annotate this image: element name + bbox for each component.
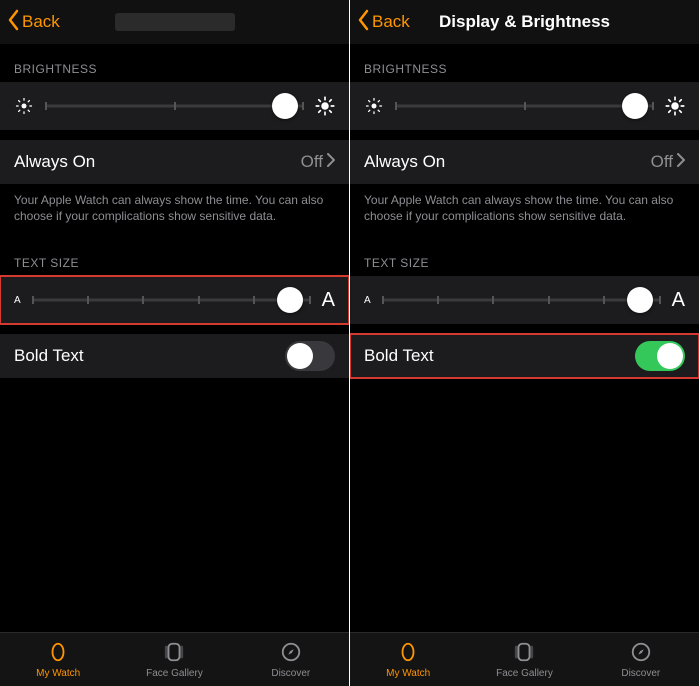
sun-high-icon [315, 96, 335, 116]
page-title [115, 13, 235, 31]
page-title: Display & Brightness [439, 12, 610, 32]
section-header-brightness: BRIGHTNESS [0, 44, 349, 82]
tab-my-watch[interactable]: My Watch [0, 633, 116, 686]
always-on-label: Always On [364, 152, 445, 172]
text-size-slider[interactable] [383, 286, 660, 314]
tab-face-gallery[interactable]: Face Gallery [116, 633, 232, 686]
text-size-small-icon: A [364, 295, 371, 306]
sun-high-icon [665, 96, 685, 116]
section-header-text-size: TEXT SIZE [350, 238, 699, 276]
watch-icon [396, 641, 420, 666]
screenshot-left: Back BRIGHTNESS [0, 0, 350, 686]
compass-icon [279, 641, 303, 666]
tab-label: Face Gallery [496, 668, 553, 679]
always-on-description: Your Apple Watch can always show the tim… [350, 184, 699, 238]
tab-face-gallery[interactable]: Face Gallery [466, 633, 582, 686]
tab-discover[interactable]: Discover [583, 633, 699, 686]
bold-text-row: Bold Text [0, 334, 349, 378]
compass-icon [629, 641, 653, 666]
bold-text-label: Bold Text [14, 346, 84, 366]
text-size-large-icon: A [322, 289, 335, 312]
text-size-large-icon: A [672, 289, 685, 312]
text-size-slider-row: A A [0, 276, 349, 324]
brightness-slider-row [350, 82, 699, 130]
text-size-slider-row: A A [350, 276, 699, 324]
tab-label: Discover [271, 668, 310, 679]
tab-label: Discover [621, 668, 660, 679]
nav-bar: Back Display & Brightness [350, 0, 699, 44]
tab-discover[interactable]: Discover [233, 633, 349, 686]
chevron-left-icon [356, 9, 370, 36]
screenshot-right: Back Display & Brightness BRIGHTNESS [350, 0, 700, 686]
section-header-text-size: TEXT SIZE [0, 238, 349, 276]
watch-icon [46, 641, 70, 666]
tab-label: Face Gallery [146, 668, 203, 679]
back-label: Back [372, 12, 410, 32]
tab-bar: My Watch Face Gallery Discover [350, 632, 699, 686]
gallery-icon [512, 641, 536, 666]
brightness-slider[interactable] [396, 92, 653, 120]
tab-label: My Watch [386, 668, 430, 679]
chevron-right-icon [677, 152, 685, 172]
tab-label: My Watch [36, 668, 80, 679]
section-header-brightness: BRIGHTNESS [350, 44, 699, 82]
always-on-row[interactable]: Always On Off [0, 140, 349, 184]
tab-my-watch[interactable]: My Watch [350, 633, 466, 686]
sun-low-icon [364, 96, 384, 116]
brightness-slider-row [0, 82, 349, 130]
tab-bar: My Watch Face Gallery Discover [0, 632, 349, 686]
bold-text-toggle[interactable] [635, 341, 685, 371]
bold-text-toggle[interactable] [285, 341, 335, 371]
settings-list: BRIGHTNESS [350, 44, 699, 686]
settings-list: BRIGHTNESS [0, 44, 349, 686]
chevron-left-icon [6, 9, 20, 36]
text-size-small-icon: A [14, 295, 21, 306]
back-button[interactable]: Back [6, 0, 60, 44]
text-size-slider[interactable] [33, 286, 310, 314]
always-on-row[interactable]: Always On Off [350, 140, 699, 184]
gallery-icon [162, 641, 186, 666]
bold-text-label: Bold Text [364, 346, 434, 366]
always-on-value: Off [651, 152, 685, 172]
back-label: Back [22, 12, 60, 32]
bold-text-row: Bold Text [350, 334, 699, 378]
always-on-description: Your Apple Watch can always show the tim… [0, 184, 349, 238]
sun-low-icon [14, 96, 34, 116]
brightness-slider[interactable] [46, 92, 303, 120]
nav-bar: Back [0, 0, 349, 44]
always-on-value: Off [301, 152, 335, 172]
chevron-right-icon [327, 152, 335, 172]
back-button[interactable]: Back [356, 0, 410, 44]
always-on-label: Always On [14, 152, 95, 172]
